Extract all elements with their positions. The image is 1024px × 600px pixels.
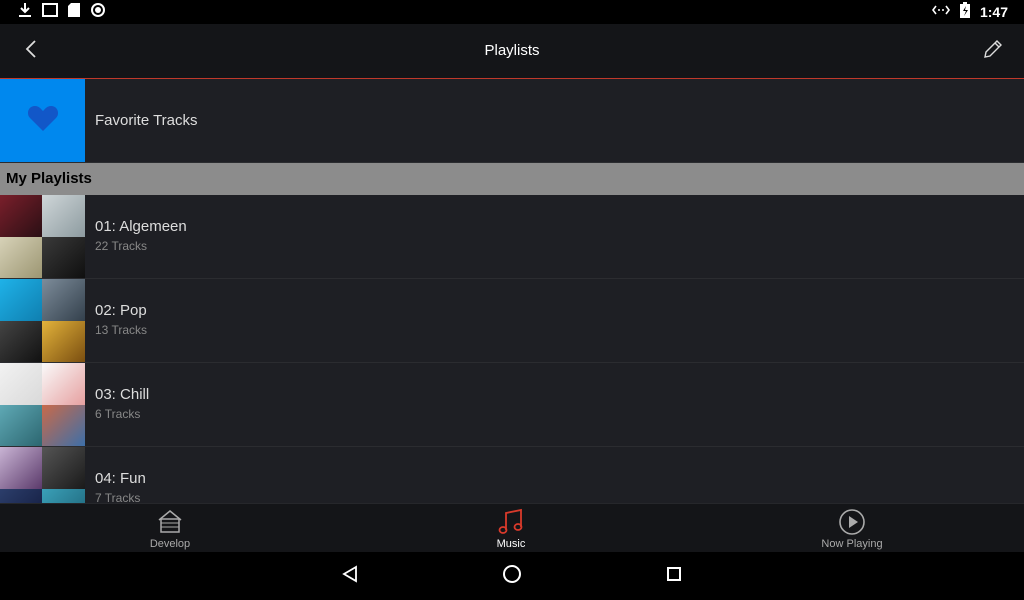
square-recents-icon: [666, 566, 682, 587]
tab-now-playing[interactable]: Now Playing: [772, 504, 932, 553]
bottom-navigation: Develop Music Now Playing: [0, 503, 1024, 553]
triangle-back-icon: [341, 564, 359, 588]
playlist-name: 01: Algemeen: [95, 218, 187, 235]
playlist-name: 03: Chill: [95, 386, 150, 403]
play-circle-icon: [838, 508, 866, 535]
battery-charging-icon: [959, 1, 970, 23]
status-bar: 1:47: [0, 0, 1024, 24]
playlist-name: 04: Fun: [95, 470, 146, 487]
tab-label: Now Playing: [821, 538, 883, 550]
tab-music[interactable]: Music: [431, 504, 591, 553]
download-icon: [18, 2, 32, 23]
app-bar: Playlists: [0, 24, 1024, 79]
system-home-button[interactable]: [500, 564, 524, 588]
house-icon: [156, 508, 184, 534]
playlist-track-count: 6 Tracks: [95, 407, 141, 421]
section-header: My Playlists: [0, 163, 1024, 195]
playlist-row-fun[interactable]: 04: Fun 7 Tracks: [0, 447, 1024, 503]
screen-icon: [42, 2, 58, 22]
playlist-track-count: 22 Tracks: [95, 239, 148, 253]
favorite-tile: [0, 79, 85, 162]
playlist-row-chill[interactable]: 03: Chill 6 Tracks: [0, 363, 1024, 447]
playlist-artwork: [0, 195, 85, 278]
circle-notification-icon: [90, 2, 106, 23]
clock: 1:47: [979, 4, 1008, 20]
heart-icon: [27, 104, 59, 137]
playlist-artwork: [0, 447, 85, 503]
edit-button[interactable]: [980, 38, 1006, 64]
tab-label: Music: [496, 538, 526, 550]
system-recents-button[interactable]: [662, 564, 686, 588]
tab-label: Develop: [149, 538, 191, 550]
system-back-button[interactable]: [338, 564, 362, 588]
system-navigation-bar: [0, 552, 1024, 600]
favorite-tracks-row[interactable]: Favorite Tracks: [0, 79, 1024, 163]
sd-card-icon: [68, 2, 80, 22]
playlist-artwork: [0, 279, 85, 362]
music-note-icon: [497, 508, 525, 534]
page-title: Playlists: [484, 42, 540, 59]
playlist-name: 02: Pop: [95, 302, 147, 319]
pencil-icon: [982, 38, 1004, 65]
playlist-artwork: [0, 363, 85, 446]
circle-home-icon: [501, 563, 523, 590]
playlist-row-pop[interactable]: 02: Pop 13 Tracks: [0, 279, 1024, 363]
data-transfer-icon: [931, 3, 950, 21]
playlist-list[interactable]: 01: Algemeen 22 Tracks 02: Pop 13 Tracks…: [0, 195, 1024, 503]
playlist-track-count: 13 Tracks: [95, 323, 148, 337]
tab-develop[interactable]: Develop: [90, 504, 250, 553]
playlist-track-count: 7 Tracks: [95, 491, 141, 503]
section-title: My Playlists: [6, 170, 92, 187]
favorite-tracks-label: Favorite Tracks: [95, 112, 198, 129]
playlist-row-algemeen[interactable]: 01: Algemeen 22 Tracks: [0, 195, 1024, 279]
